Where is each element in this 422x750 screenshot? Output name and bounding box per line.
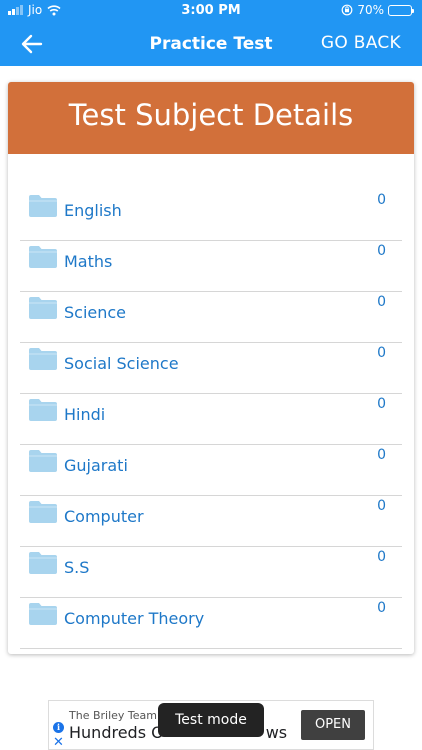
- subject-name: English: [64, 201, 122, 220]
- folder-icon: [29, 552, 57, 574]
- folder-icon: [29, 195, 57, 217]
- subject-name: Gujarati: [64, 456, 128, 475]
- subject-card: Test Subject Details English 0 Maths 0 Scien…: [8, 82, 414, 654]
- subject-row[interactable]: Hindi 0: [20, 394, 402, 445]
- test-mode-toast: Test mode: [158, 703, 264, 737]
- subject-count: 0: [377, 294, 386, 310]
- folder-icon: [29, 399, 57, 421]
- subject-row[interactable]: Gujarati 0: [20, 445, 402, 496]
- subject-count: 0: [377, 243, 386, 259]
- arrow-left-icon[interactable]: [20, 32, 44, 56]
- orientation-lock-icon: [341, 4, 353, 16]
- subject-name: Computer Theory: [64, 609, 205, 628]
- app-bar: Practice Test GO BACK: [0, 22, 422, 66]
- subject-count: 0: [377, 447, 386, 463]
- folder-icon: [29, 501, 57, 523]
- subject-list: English 0 Maths 0 Science 0 Social Science 0 Hin…: [8, 190, 414, 649]
- subject-row[interactable]: Maths 0: [20, 241, 402, 292]
- go-back-button[interactable]: GO BACK: [321, 33, 401, 53]
- subject-row[interactable]: Social Science 0: [20, 343, 402, 394]
- subject-name: S.S: [64, 558, 90, 577]
- subject-count: 0: [377, 498, 386, 514]
- battery-icon: [388, 4, 414, 16]
- card-title: Test Subject Details: [8, 82, 414, 154]
- ad-headline-end: ws: [265, 723, 288, 742]
- subject-row[interactable]: S.S 0: [20, 547, 402, 598]
- info-icon[interactable]: i: [53, 722, 64, 733]
- folder-icon: [29, 348, 57, 370]
- battery-label: 70%: [357, 3, 384, 17]
- subject-count: 0: [377, 396, 386, 412]
- ad-sponsor: The Briley Team: [69, 709, 157, 722]
- subject-row[interactable]: English 0: [20, 190, 402, 241]
- subject-row[interactable]: Computer 0: [20, 496, 402, 547]
- ad-headline-start: Hundreds O: [69, 723, 164, 742]
- subject-name: Maths: [64, 252, 113, 271]
- subject-row[interactable]: Science 0: [20, 292, 402, 343]
- subject-name: Social Science: [64, 354, 179, 373]
- close-icon[interactable]: ✕: [53, 735, 64, 750]
- subject-name: Science: [64, 303, 127, 322]
- folder-icon: [29, 246, 57, 268]
- folder-icon: [29, 297, 57, 319]
- subject-count: 0: [377, 600, 386, 616]
- status-bar: Jio 3:00 PM 70%: [0, 0, 422, 22]
- subject-row[interactable]: Computer Theory 0: [20, 598, 402, 649]
- subject-name: Hindi: [64, 405, 106, 424]
- folder-icon: [29, 450, 57, 472]
- subject-count: 0: [377, 345, 386, 361]
- status-right: 70%: [341, 3, 414, 17]
- subject-name: Computer: [64, 507, 144, 526]
- subject-count: 0: [377, 549, 386, 565]
- folder-icon: [29, 603, 57, 625]
- subject-count: 0: [377, 192, 386, 208]
- ad-open-button[interactable]: OPEN: [301, 710, 365, 740]
